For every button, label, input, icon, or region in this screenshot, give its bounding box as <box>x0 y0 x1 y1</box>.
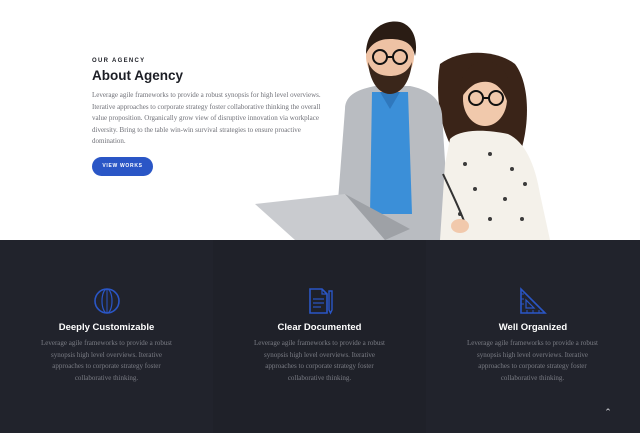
document-pencil-icon <box>308 288 333 315</box>
set-square-icon <box>520 287 547 314</box>
view-works-button[interactable]: VIEW WORKS <box>92 157 153 176</box>
feature-title: Well Organized <box>498 322 568 333</box>
features-section: Deeply Customizable Leverage agile frame… <box>0 240 640 433</box>
feature-title: Clear Documented <box>277 322 362 333</box>
feature-text: Leverage agile frameworks to provide a r… <box>466 339 598 382</box>
team-photo <box>255 21 550 240</box>
back-to-top-button[interactable]: ⌃ <box>600 405 616 421</box>
section-eyebrow: OUR AGENCY <box>92 58 146 64</box>
feature-card-customizable: Deeply Customizable Leverage agile frame… <box>0 240 213 433</box>
about-section: OUR AGENCY About Agency Leverage agile f… <box>0 0 640 240</box>
feature-text: Leverage agile frameworks to provide a r… <box>40 339 172 382</box>
feature-title: Deeply Customizable <box>58 322 155 333</box>
feature-text: Leverage agile frameworks to provide a r… <box>253 339 385 382</box>
sphere-icon <box>93 288 120 314</box>
feature-card-documented: Clear Documented Leverage agile framewor… <box>213 240 426 433</box>
section-title: About Agency <box>92 68 183 83</box>
